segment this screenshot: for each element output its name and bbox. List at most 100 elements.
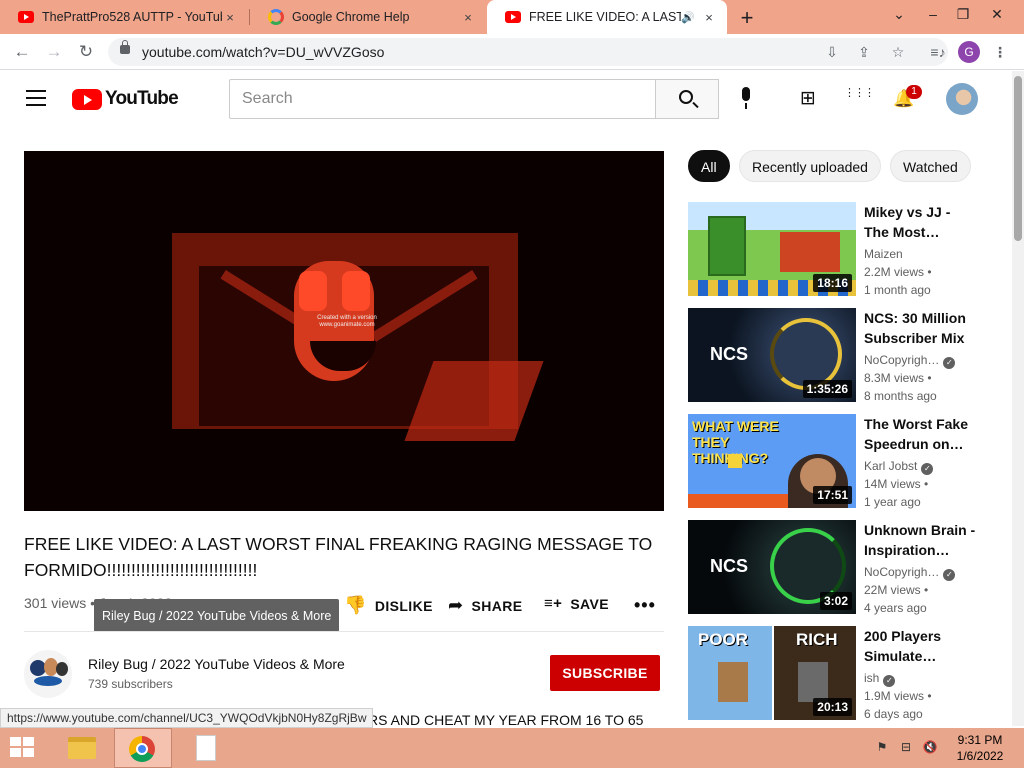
close-window-button[interactable]: ✕ bbox=[982, 6, 1012, 23]
document-icon bbox=[196, 735, 216, 761]
recommended-video[interactable]: WHAT WERE THEY THINKING? 17:51 The Worst… bbox=[688, 414, 978, 509]
windows-start-icon[interactable] bbox=[10, 737, 36, 759]
youtube-logo[interactable]: YouTube bbox=[72, 88, 179, 110]
system-clock[interactable]: 9:31 PM 1/6/2022 bbox=[950, 732, 1010, 764]
channel-name[interactable]: Karl Jobst ✓ bbox=[864, 459, 978, 475]
browser-tab[interactable]: Google Chrome Help × bbox=[249, 0, 486, 34]
restore-button[interactable]: ❐ bbox=[948, 6, 978, 23]
lock-icon[interactable] bbox=[120, 40, 130, 54]
channel-name[interactable]: NoCopyrigh… ✓ bbox=[864, 353, 978, 369]
subscribe-button[interactable]: SUBSCRIBE bbox=[550, 655, 660, 691]
more-actions-icon[interactable]: ••• bbox=[634, 595, 656, 616]
scrollbar-thumb[interactable] bbox=[1014, 76, 1022, 241]
channel-name[interactable]: Maizen bbox=[864, 247, 978, 261]
voice-search-mic-icon[interactable] bbox=[738, 87, 754, 111]
video-duration: 18:16 bbox=[813, 274, 852, 292]
profile-avatar[interactable]: G bbox=[958, 41, 980, 63]
video-title: FREE LIKE VIDEO: A LAST WORST FINAL FREA… bbox=[24, 534, 653, 580]
dislike-button[interactable]: 👎 DISLIKE bbox=[344, 595, 433, 616]
status-bar-url: https://www.youtube.com/channel/UC3_YWQO… bbox=[0, 708, 374, 728]
tab-close-icon[interactable]: × bbox=[701, 10, 717, 25]
channel-avatar[interactable] bbox=[24, 650, 72, 698]
thumbs-down-icon: 👎 bbox=[344, 595, 367, 615]
upload-age: 4 years ago bbox=[864, 601, 927, 615]
apps-grid-icon[interactable]: ⋮⋮⋮ bbox=[844, 88, 875, 113]
video-title[interactable]: Mikey vs JJ - The Most… bbox=[864, 202, 978, 242]
windows-taskbar: ⚑ ⊟ 🔇 9:31 PM 1/6/2022 bbox=[0, 728, 1024, 768]
recommended-video[interactable]: NCS 1:35:26 NCS: 30 Million Subscriber M… bbox=[688, 308, 978, 403]
video-duration: 1:35:26 bbox=[802, 380, 852, 398]
back-button[interactable]: ← bbox=[10, 40, 34, 64]
video-player[interactable]: Created with a version www.goanimate.com bbox=[24, 151, 664, 511]
channel-name[interactable]: Riley Bug / 2022 YouTube Videos & More bbox=[88, 656, 345, 672]
upload-age: 1 year ago bbox=[864, 495, 921, 509]
youtube-favicon-icon bbox=[505, 9, 521, 25]
video-thumbnail[interactable]: 18:16 bbox=[688, 202, 856, 296]
video-watermark: Created with a version www.goanimate.com bbox=[317, 315, 377, 328]
chrome-taskbar-button[interactable] bbox=[114, 728, 172, 768]
forward-button[interactable]: → bbox=[42, 40, 66, 64]
tab-close-icon[interactable]: × bbox=[460, 10, 476, 25]
logo-text: YouTube bbox=[105, 88, 179, 109]
recommended-video[interactable]: POOR RICH 20:13 200 Players Simulate… is… bbox=[688, 626, 978, 721]
new-tab-button[interactable]: + bbox=[735, 5, 759, 31]
install-icon[interactable]: ⇩ bbox=[822, 42, 842, 62]
channel-name[interactable]: ish ✓ bbox=[864, 671, 978, 687]
browser-tab[interactable]: ThePrattPro528 AUTTP - YouTube × bbox=[0, 0, 248, 34]
reload-button[interactable]: ↻ bbox=[74, 40, 98, 64]
video-thumbnail[interactable]: NCS 1:35:26 bbox=[688, 308, 856, 402]
video-title[interactable]: NCS: 30 Million Subscriber Mix bbox=[864, 308, 978, 348]
verified-check-icon: ✓ bbox=[883, 675, 896, 687]
url-text[interactable]: youtube.com/watch?v=DU_wVVZGoso bbox=[142, 44, 384, 60]
bookmark-star-icon[interactable]: ☆ bbox=[888, 42, 908, 62]
thumbnail-caption-rich: RICH bbox=[796, 630, 838, 649]
browser-tab-strip: ThePrattPro528 AUTTP - YouTube × Google … bbox=[0, 0, 1024, 34]
chrome-menu-icon[interactable]: ⋮ bbox=[990, 42, 1010, 62]
chip-watched[interactable]: Watched bbox=[890, 150, 971, 182]
recommended-video[interactable]: NCS 3:02 Unknown Brain - Inspiration… No… bbox=[688, 520, 978, 615]
account-avatar[interactable] bbox=[946, 83, 978, 115]
search-input[interactable]: Search bbox=[229, 79, 656, 119]
verified-check-icon: ✓ bbox=[943, 357, 956, 369]
action-center-flag-icon[interactable]: ⚑ bbox=[874, 740, 890, 756]
recommended-video[interactable]: 18:16 Mikey vs JJ - The Most… Maizen 2.2… bbox=[688, 202, 978, 297]
search-icon bbox=[679, 90, 693, 104]
chip-recently-uploaded[interactable]: Recently uploaded bbox=[739, 150, 881, 182]
video-duration: 3:02 bbox=[819, 592, 852, 610]
video-thumbnail[interactable]: NCS 3:02 bbox=[688, 520, 856, 614]
video-duration: 17:51 bbox=[813, 486, 852, 504]
address-bar[interactable]: youtube.com/watch?v=DU_wVVZGoso ⇩ ⇪ ☆ bbox=[108, 38, 948, 66]
share-icon[interactable]: ⇪ bbox=[854, 42, 874, 62]
upload-age: 6 days ago bbox=[864, 707, 923, 721]
description-text: RS AND CHEAT MY YEAR FROM 16 TO 65 bbox=[368, 712, 644, 728]
tab-close-icon[interactable]: × bbox=[222, 10, 238, 25]
hamburger-menu-icon[interactable] bbox=[26, 90, 46, 106]
video-thumbnail[interactable]: WHAT WERE THEY THINKING? 17:51 bbox=[688, 414, 856, 508]
channel-name[interactable]: NoCopyrigh… ✓ bbox=[864, 565, 978, 581]
save-label: SAVE bbox=[570, 595, 609, 612]
view-count: 1.9M views • bbox=[864, 689, 932, 703]
share-button[interactable]: ➦ SHARE bbox=[448, 595, 523, 616]
save-button[interactable]: ≡+ SAVE bbox=[544, 595, 609, 612]
view-count: 8.3M views • bbox=[864, 371, 932, 385]
browser-tab-active[interactable]: FREE LIKE VIDEO: A LAST WO 🔊 × bbox=[487, 0, 727, 34]
chip-all[interactable]: All bbox=[688, 150, 730, 182]
ncs-logo-text: NCS bbox=[710, 556, 749, 576]
upload-age: 1 month ago bbox=[864, 283, 931, 297]
video-thumbnail[interactable]: POOR RICH 20:13 bbox=[688, 626, 856, 720]
document-taskbar-button[interactable] bbox=[176, 728, 234, 768]
file-explorer-taskbar-button[interactable] bbox=[52, 728, 110, 768]
video-title[interactable]: 200 Players Simulate… bbox=[864, 626, 978, 666]
create-video-icon[interactable]: ⊞ bbox=[796, 87, 820, 111]
search-button[interactable] bbox=[655, 79, 719, 119]
network-icon[interactable]: ⊟ bbox=[898, 740, 914, 756]
tab-search-icon[interactable]: ⌄ bbox=[884, 6, 914, 23]
video-title[interactable]: The Worst Fake Speedrun on… bbox=[864, 414, 978, 454]
volume-muted-icon[interactable]: 🔇 bbox=[922, 740, 938, 756]
minimize-button[interactable]: – bbox=[918, 6, 948, 22]
video-title[interactable]: Unknown Brain - Inspiration… bbox=[864, 520, 978, 560]
audio-playing-icon[interactable]: 🔊 bbox=[681, 11, 695, 24]
media-control-icon[interactable]: ≡♪ bbox=[928, 42, 948, 62]
thumbnail-caption: WHAT WERE THEY THINKING? bbox=[692, 418, 779, 466]
ncs-logo-text: NCS bbox=[710, 344, 749, 364]
